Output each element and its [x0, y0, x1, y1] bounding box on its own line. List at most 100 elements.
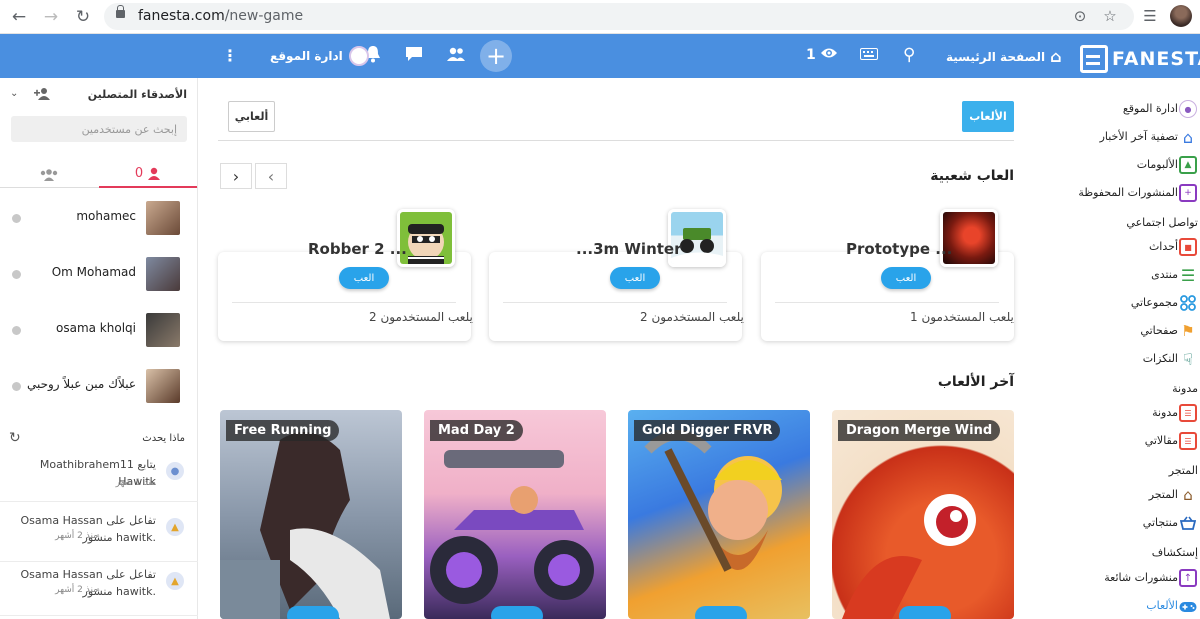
nav-item-store[interactable]: المتجر — [1149, 488, 1178, 501]
play-button[interactable]: العب — [610, 267, 660, 289]
game-thumbnail[interactable] — [940, 209, 998, 267]
status-dot — [12, 270, 21, 279]
refresh-icon[interactable]: ↻ — [9, 430, 21, 446]
nav-item-my-products[interactable]: منتجاتي — [1143, 516, 1178, 529]
nav-item-trending[interactable]: منشورات شائعة — [1104, 571, 1178, 584]
game-title-tag: Gold Digger FRVR — [634, 420, 781, 441]
forward-icon[interactable]: → — [40, 6, 62, 28]
friend-item[interactable]: Om Mohamad — [0, 254, 198, 294]
card-divider — [775, 302, 999, 303]
card-divider — [503, 302, 727, 303]
carousel-next-button[interactable]: › — [220, 163, 252, 189]
media-icon[interactable]: ☰ — [1140, 7, 1160, 25]
like-icon: ▲ — [166, 518, 184, 536]
profile-avatar[interactable] — [1170, 5, 1192, 27]
nav-item-events[interactable]: أحداث — [1149, 240, 1178, 253]
activity-item[interactable]: Osama Hassan تفاعل على منشور hawitk. منذ… — [0, 562, 198, 616]
back-icon[interactable]: ← — [8, 6, 30, 28]
views-counter[interactable]: 1 — [806, 47, 838, 63]
create-button[interactable]: + — [480, 40, 512, 72]
eye-icon — [820, 47, 838, 63]
game-title-tag: Dragon Merge Wind — [838, 420, 1001, 441]
keyboard-icon[interactable] — [860, 48, 878, 60]
calendar-icon: ■ — [1179, 238, 1197, 256]
add-friend-icon[interactable] — [34, 87, 52, 103]
like-icon: ▲ — [166, 572, 184, 590]
game-title-tag: Free Running — [226, 420, 340, 441]
tab-online[interactable]: 0 — [99, 160, 197, 188]
home-label: الصفحة الرئيسية — [946, 49, 1046, 64]
home-icon: ⌂ — [1182, 127, 1194, 147]
nav-item-blog[interactable]: مدونة — [1152, 406, 1178, 419]
nav-item-pokes[interactable]: النكزات — [1143, 352, 1178, 365]
latest-game-card[interactable]: Free Running — [220, 410, 402, 619]
nav-category-blog: مدونة — [1172, 382, 1198, 395]
mad-day-art — [430, 450, 594, 604]
activity-item[interactable]: Moathibrahem11 يتابع Hawitk منذ 1 شهر ● — [0, 452, 198, 502]
friend-item[interactable]: عبلاًك مبن عبلاً روحبي — [0, 366, 198, 406]
game-name[interactable]: Robber 2 ... — [308, 240, 407, 258]
friends-search-input[interactable]: إبحث عن مستخدمين — [11, 116, 187, 142]
home-icon: ⌂ — [1050, 47, 1062, 66]
nav-item-games[interactable]: الألعاب — [1146, 599, 1178, 612]
tab-games[interactable]: الألعاب — [962, 101, 1014, 132]
latest-game-card[interactable]: Gold Digger FRVR — [628, 410, 810, 619]
more-icon[interactable]: ⋮ — [222, 46, 238, 65]
friend-avatar — [146, 369, 180, 403]
nav-item-saved[interactable]: المنشورات المحفوظة — [1078, 186, 1178, 199]
nav-item-groups[interactable]: مجموعاتي — [1131, 296, 1178, 309]
nav-item-pages[interactable]: صفحاتي — [1140, 324, 1178, 337]
friend-item[interactable]: mohamec — [0, 198, 198, 238]
chevron-down-icon[interactable]: ⌄ — [10, 88, 18, 99]
reload-icon[interactable]: ↻ — [72, 6, 94, 28]
game-name[interactable]: ...3m Winter — [576, 240, 682, 258]
nav-item-newsfeed[interactable]: تصفية آخر الأخبار — [1100, 130, 1178, 143]
location-icon[interactable]: ⊙ — [1070, 7, 1090, 25]
tab-my-games[interactable]: ألعابي — [228, 101, 275, 132]
nav-item-admin[interactable]: ادارة الموقع — [1123, 102, 1178, 115]
tab-all[interactable] — [0, 160, 98, 188]
search-icon[interactable]: ⚲ — [903, 45, 915, 65]
play-button[interactable]: العب — [339, 267, 389, 289]
game-thumbnail[interactable] — [668, 209, 726, 267]
play-button[interactable]: العب — [881, 267, 931, 289]
card-divider — [232, 302, 456, 303]
nav-item-forum[interactable]: منتدى — [1151, 268, 1178, 281]
nav-item-albums[interactable]: الألبومات — [1137, 158, 1178, 171]
friend-item[interactable]: osama kholqi — [0, 310, 198, 350]
people-icon[interactable] — [446, 46, 466, 62]
popular-title: العاب شعبية — [930, 168, 1014, 184]
admin-link[interactable]: ادارة الموقع — [270, 46, 369, 66]
admin-icon: ● — [1179, 100, 1197, 118]
activity-item[interactable]: Osama Hassan تفاعل على منشور hawitk. منذ… — [0, 508, 198, 562]
play-button[interactable] — [491, 606, 543, 619]
activity-time: منذ 1 شهر — [115, 478, 156, 488]
home-link[interactable]: الصفحة الرئيسية ⌂ — [946, 47, 1062, 66]
star-icon[interactable]: ☆ — [1100, 7, 1120, 25]
blog-icon: ☰ — [1179, 404, 1197, 422]
flag-icon: ⚑ — [1181, 322, 1195, 340]
latest-game-card[interactable]: Dragon Merge Wind — [832, 410, 1014, 619]
site-logo[interactable]: FANESTA — [1080, 44, 1200, 74]
latest-game-card[interactable]: Mad Day 2 — [424, 410, 606, 619]
messages-icon[interactable] — [405, 46, 423, 62]
friends-title: الأصدقاء المتصلين — [87, 88, 187, 101]
play-button[interactable] — [287, 606, 339, 619]
play-button[interactable] — [899, 606, 951, 619]
friend-name: osama kholqi — [56, 321, 136, 335]
game-name[interactable]: Prototype ... — [846, 240, 952, 258]
activity-title: ماذا يحدث — [142, 433, 185, 444]
game-thumbnail[interactable] — [397, 209, 455, 267]
activity-time: منذ 2 أشهر — [55, 531, 98, 541]
nav-category-social: تواصل اجتماعي — [1126, 216, 1198, 229]
articles-icon: ☰ — [1179, 432, 1197, 450]
friend-name: Om Mohamad — [51, 265, 136, 279]
nav-category-store: المتجر — [1168, 464, 1198, 477]
users-icon — [40, 168, 58, 181]
nav-item-articles[interactable]: مقالاتي — [1145, 434, 1178, 447]
browser-toolbar: ← → ↻ fanesta.com/new-game ⊙ ☆ ☰ — [0, 0, 1200, 34]
play-button[interactable] — [695, 606, 747, 619]
friend-name: mohamec — [76, 209, 136, 223]
url-text[interactable]: fanesta.com/new-game — [138, 8, 303, 24]
carousel-prev-button[interactable]: ‹ — [255, 163, 287, 189]
